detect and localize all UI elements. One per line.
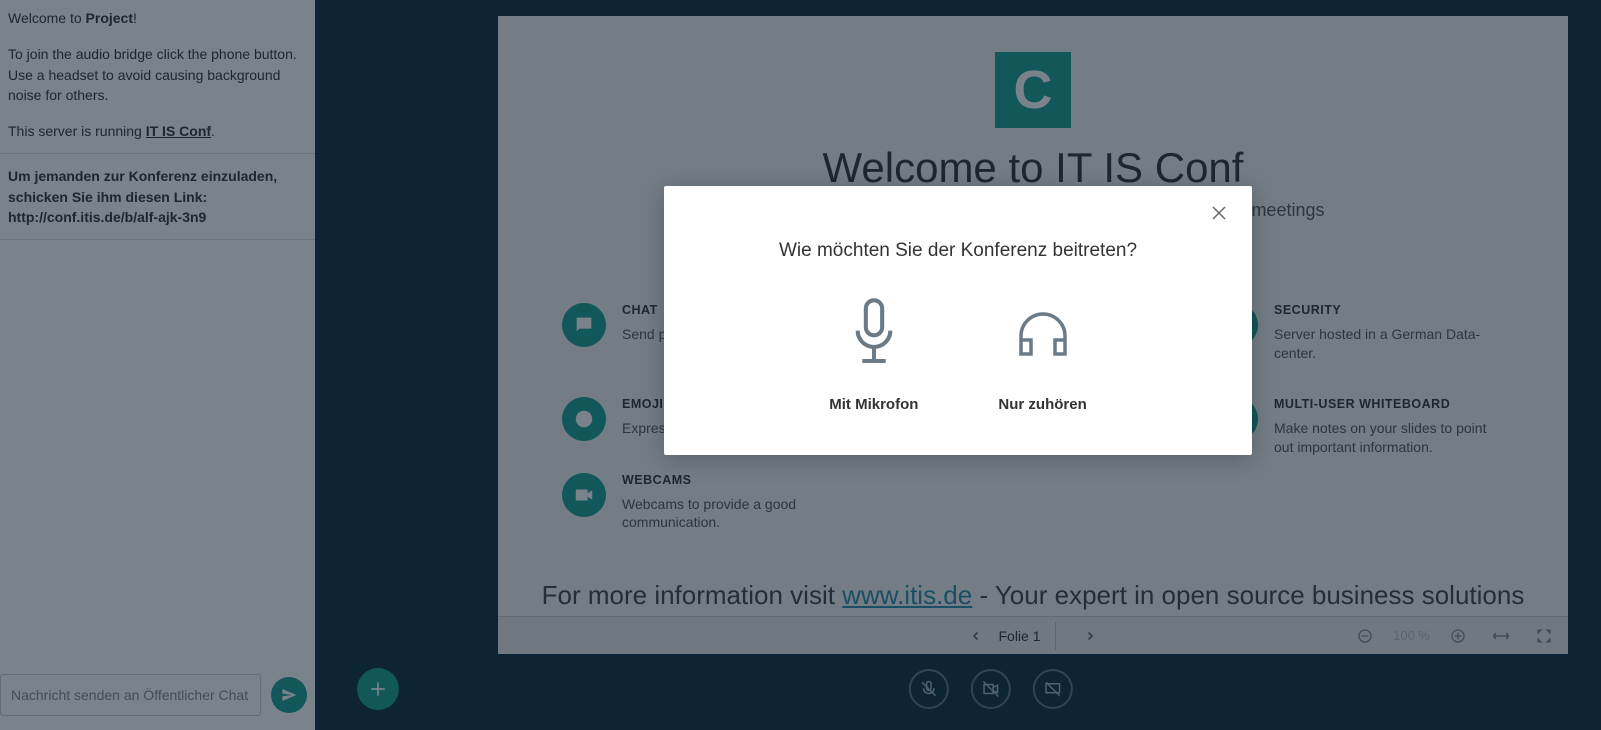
modal-options: Mit Mikrofon Nur zuhören — [692, 298, 1224, 413]
close-icon — [1210, 204, 1228, 222]
headphones-icon — [1013, 298, 1073, 368]
sidebar-backdrop — [0, 0, 315, 730]
main-area: C Welcome to IT IS Conf IT IS Conf web c… — [315, 0, 1601, 730]
microphone-icon — [844, 298, 904, 368]
modal-close-button[interactable] — [1210, 204, 1228, 225]
audio-join-modal: Wie möchten Sie der Konferenz beitreten?… — [664, 186, 1252, 455]
join-with-microphone[interactable]: Mit Mikrofon — [829, 298, 918, 413]
option-label: Nur zuhören — [998, 396, 1086, 413]
modal-title: Wie möchten Sie der Konferenz beitreten? — [692, 240, 1224, 262]
join-listen-only[interactable]: Nur zuhören — [998, 298, 1086, 413]
modal-wrap: Wie möchten Sie der Konferenz beitreten?… — [315, 0, 1601, 730]
option-label: Mit Mikrofon — [829, 396, 918, 413]
